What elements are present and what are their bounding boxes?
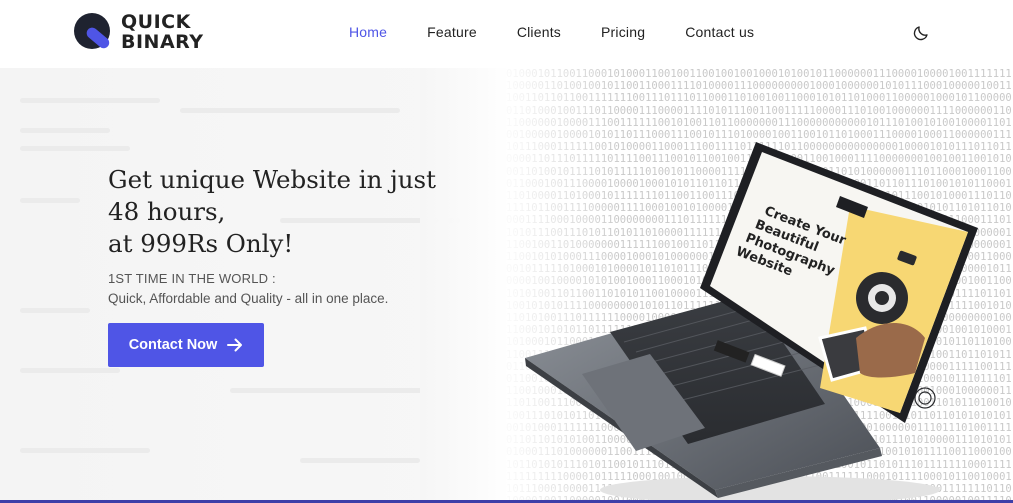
- nav-item-pricing[interactable]: Pricing: [601, 24, 645, 40]
- brand-logo[interactable]: QUICK BINARY: [73, 10, 204, 54]
- brand-name: QUICK BINARY: [121, 12, 204, 52]
- nav-item-clients[interactable]: Clients: [517, 24, 561, 40]
- nav-item-feature[interactable]: Feature: [427, 24, 477, 40]
- site-header: QUICK BINARY Home Feature Clients Pricin…: [0, 0, 1013, 68]
- hero-tagline: 1ST TIME IN THE WORLD :: [108, 271, 276, 286]
- nav-item-home[interactable]: Home: [349, 24, 387, 40]
- headline-line-2: 48 hours,: [108, 197, 226, 226]
- headline-line-1: Get unique Website in just: [108, 165, 436, 194]
- main-nav: Home Feature Clients Pricing Contact us: [349, 24, 794, 40]
- laptop-illustration: Create Your Beautiful Photography Websit…: [525, 142, 978, 503]
- hero-headline: Get unique Website in just 48 hours, at …: [108, 164, 488, 260]
- hero-description: Quick, Affordable and Quality - all in o…: [108, 291, 389, 306]
- contact-now-label: Contact Now: [128, 337, 218, 353]
- moon-icon[interactable]: [912, 24, 930, 42]
- brand-line1: QUICK: [121, 11, 191, 33]
- contact-now-button[interactable]: Contact Now: [108, 323, 264, 367]
- nav-item-contact-us[interactable]: Contact us: [685, 24, 754, 40]
- logo-icon: [73, 12, 113, 52]
- arrow-right-icon: [227, 338, 243, 352]
- hero-section: 0100010110011000101000110010011001001001…: [0, 68, 1013, 503]
- headline-line-3: at 999Rs Only!: [108, 229, 294, 258]
- brand-line2: BINARY: [121, 31, 204, 53]
